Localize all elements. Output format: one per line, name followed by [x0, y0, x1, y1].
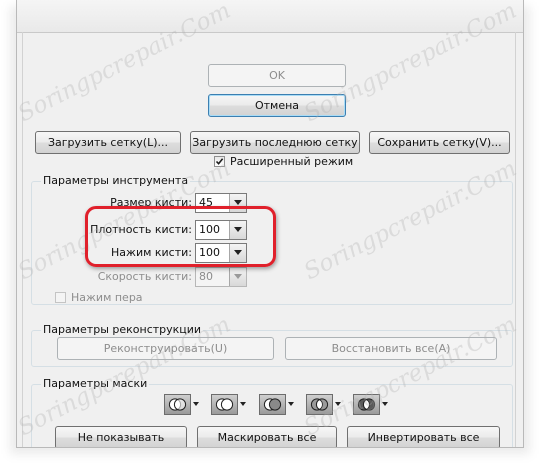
mask-none-button[interactable]: Не показывать [55, 426, 187, 447]
brush-rate-label: Скорость кисти: [97, 270, 192, 283]
advanced-mode-label: Расширенный режим [230, 155, 354, 168]
chevron-down-icon [234, 274, 242, 279]
invert-all-button[interactable]: Инвертировать все [347, 426, 500, 447]
brush-rate-combo[interactable]: 80 [195, 267, 247, 287]
tool-options-title: Параметры инструмента [41, 174, 191, 187]
mask-options-title: Параметры маски [41, 377, 150, 390]
advanced-mode-checkbox[interactable] [214, 156, 225, 167]
cancel-button[interactable]: Отмена [208, 94, 346, 117]
add-to-selection-icon[interactable] [211, 394, 238, 415]
subtract-from-selection-icon[interactable] [259, 394, 286, 415]
restore-all-button[interactable]: Восстановить все(A) [285, 337, 497, 360]
intersect-selection-icon[interactable] [306, 394, 333, 415]
reconstruct-options-title: Параметры реконструкции [41, 323, 204, 336]
save-mesh-button[interactable]: Сохранить сетку(V)... [369, 131, 510, 154]
load-last-mesh-button[interactable]: Загрузить последнюю сетку [190, 131, 360, 154]
chevron-down-icon [240, 402, 246, 406]
invert-selection-icon[interactable] [353, 394, 380, 415]
dialog-right-divider [515, 32, 516, 447]
dialog-left-divider [22, 32, 23, 447]
brush-rate-dropdown-button[interactable] [229, 268, 246, 286]
mask-all-button[interactable]: Маскировать все [197, 426, 337, 447]
reconstruct-button[interactable]: Реконструировать(U) [57, 337, 274, 360]
highlight-frame [85, 206, 276, 267]
dialog-top-bar [17, 0, 523, 33]
brush-rate-value: 80 [199, 270, 213, 283]
load-mesh-button[interactable]: Загрузить сетку(L)... [35, 131, 181, 154]
stylus-pressure-checkbox[interactable] [55, 292, 66, 303]
chevron-down-icon [234, 200, 242, 205]
chevron-down-icon [382, 402, 388, 406]
replace-selection-icon[interactable] [164, 394, 191, 415]
chevron-down-icon [193, 402, 199, 406]
chevron-down-icon [288, 402, 294, 406]
stylus-pressure-label: Нажим пера [71, 291, 143, 304]
checkmark-icon [215, 158, 224, 165]
chevron-down-icon [335, 402, 341, 406]
ok-button[interactable]: OK [208, 64, 346, 87]
